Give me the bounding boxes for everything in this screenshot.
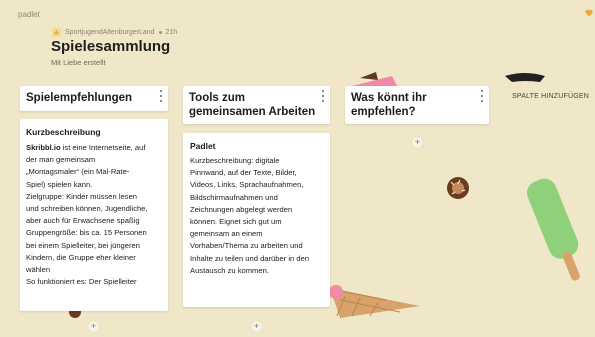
card-line: Videos, Links, Sprachaufnahmen, bbox=[190, 180, 304, 190]
card-line: Zielgruppe: Kinder müssen lesen bbox=[26, 191, 138, 201]
card-line: und schreiben können, Jugendliche, bbox=[26, 204, 148, 214]
add-column-button[interactable]: SPALTE HINZUFÜGEN bbox=[512, 93, 589, 100]
column-title-line: gemeinsamen Arbeiten bbox=[189, 106, 316, 118]
column-header-tools[interactable]: Tools zum gemeinsamen Arbeiten bbox=[183, 86, 330, 124]
column-title: Spielempfehlungen bbox=[26, 92, 133, 104]
card-line: „Montagsmaler“ (ein Mal-Rate- bbox=[26, 167, 130, 177]
card-line: bei einem Spielleiter, bei jüngeren bbox=[26, 240, 140, 250]
post-meta: SportjugendAltenburgerLand 21h bbox=[52, 28, 177, 37]
card-line: gemeinsam an einem bbox=[190, 229, 263, 239]
column-title: Tools zum gemeinsamen Arbeiten bbox=[189, 91, 315, 119]
card-line: Spiel) spielen kann. bbox=[26, 179, 93, 189]
author-name[interactable]: SportjugendAltenburgerLand bbox=[65, 29, 155, 36]
column-title-line: empfehlen? bbox=[351, 106, 416, 118]
page-subtitle: Mit Liebe erstellt bbox=[51, 58, 106, 67]
card-line: aber auch für Erwachsene spaßig bbox=[26, 216, 140, 226]
avatar-icon bbox=[52, 28, 61, 37]
column-title: Was könnt ihr empfehlen? bbox=[351, 91, 427, 119]
kebab-menu-icon[interactable] bbox=[321, 90, 325, 102]
pink-scoop bbox=[329, 285, 343, 299]
card-line: Zeichnungen abgelegt werden bbox=[190, 204, 293, 214]
card-body: Skribbl.io ist eine Internetseite, auf d… bbox=[26, 142, 162, 288]
green-popsicle bbox=[526, 178, 580, 281]
add-post-button-col1[interactable]: + bbox=[88, 321, 99, 332]
card-line: Pinnwand, auf der Texte, Bilder, bbox=[190, 168, 297, 178]
card-line: der man gemeinsam bbox=[26, 155, 96, 165]
page-title: Spielesammlung bbox=[51, 38, 171, 55]
dark-deco-shape bbox=[505, 73, 545, 82]
kebab-menu-icon[interactable] bbox=[480, 90, 484, 102]
post-time: 21h bbox=[165, 29, 178, 36]
column-header-empfehlen[interactable]: Was könnt ihr empfehlen? bbox=[345, 86, 489, 124]
card-title: Kurzbeschreibung bbox=[26, 127, 101, 137]
column-title-line: Tools zum bbox=[189, 92, 246, 104]
card-line: Skribbl.io ist eine Internetseite, auf bbox=[26, 142, 162, 154]
card-link-skribbl[interactable]: Skribbl.io bbox=[26, 143, 61, 152]
card-line: Kurzbeschreibung: digitale bbox=[190, 156, 280, 165]
card-line: Vorhaben/Thema zu arbeiten und bbox=[190, 241, 303, 251]
top-bar: padlet bbox=[0, 0, 595, 24]
dark-candy-shape bbox=[360, 72, 378, 80]
column-title-line: Was könnt ihr bbox=[351, 92, 427, 104]
card-line: Inhalte zu teilen und darüber in den bbox=[190, 253, 310, 263]
card-line: Austausch zu kommen. bbox=[190, 265, 269, 275]
card-body: Kurzbeschreibung: digitale Pinnwand, auf… bbox=[190, 155, 323, 277]
card-line: So funktioniert es: Der Spielleiter bbox=[26, 277, 137, 287]
column-header-spielempfehlungen[interactable]: Spielempfehlungen bbox=[20, 86, 168, 111]
card-line: wählen bbox=[26, 265, 51, 275]
card-line: Kindern, die Gruppe eher kleiner bbox=[26, 252, 136, 262]
add-post-button-col3[interactable]: + bbox=[412, 137, 423, 148]
post-card-skribbl[interactable]: Kurzbeschreibung Skribbl.io ist eine Int… bbox=[20, 119, 168, 311]
card-line: Bildschirmaufnahmen und bbox=[190, 192, 278, 202]
add-post-button-col2[interactable]: + bbox=[251, 321, 262, 332]
separator-dot bbox=[158, 31, 162, 34]
card-line-text: ist eine Internetseite, auf bbox=[60, 143, 146, 152]
brand-name[interactable]: padlet bbox=[18, 10, 40, 19]
kebab-menu-icon[interactable] bbox=[159, 90, 163, 102]
card-title: Padlet bbox=[190, 141, 216, 151]
post-card-padlet[interactable]: Padlet Kurzbeschreibung: digitale Pinnwa… bbox=[183, 133, 330, 307]
card-line: können. Eignet sich gut um bbox=[190, 217, 282, 227]
heart-icon[interactable] bbox=[585, 9, 593, 17]
ice-cream-cone bbox=[330, 288, 420, 318]
card-line: Gruppengröße: bis ca. 15 Personen bbox=[26, 228, 147, 238]
